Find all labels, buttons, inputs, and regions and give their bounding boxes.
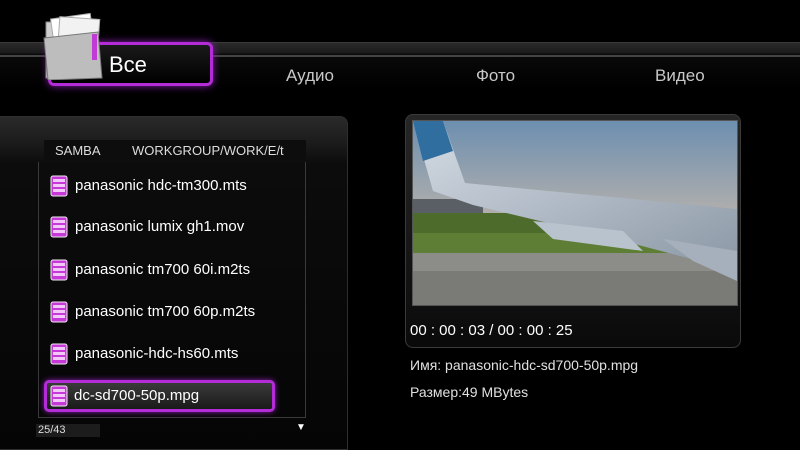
- tab-all-label: Все: [109, 52, 147, 77]
- file-item[interactable]: panasonic hdc-tm300.mts: [46, 170, 272, 202]
- file-name: dc-sd700-50p.mpg: [74, 387, 200, 404]
- file-info-size: Размер:49 MBytes: [410, 384, 529, 400]
- file-name: panasonic tm700 60p.m2ts: [75, 303, 256, 320]
- tab-video[interactable]: Видео: [655, 66, 705, 86]
- file-counter: 25/43: [36, 424, 100, 437]
- file-item[interactable]: panasonic tm700 60i.m2ts: [46, 254, 272, 286]
- video-file-icon: [50, 385, 68, 407]
- file-item[interactable]: panasonic tm700 60p.m2ts: [46, 296, 272, 328]
- tab-photo[interactable]: Фото: [476, 66, 515, 86]
- tab-audio[interactable]: Аудио: [286, 66, 334, 86]
- folder-icon: [43, 12, 103, 80]
- video-frame-image: [413, 121, 737, 305]
- playback-timecode: 00 : 00 : 03 / 00 : 00 : 25: [410, 322, 573, 339]
- video-file-icon: [50, 259, 68, 281]
- video-file-icon: [50, 175, 68, 197]
- video-file-icon: [50, 216, 68, 238]
- file-name: panasonic hdc-tm300.mts: [75, 177, 247, 194]
- file-info-name: Имя: panasonic-hdc-sd700-50p.mpg: [410, 357, 639, 373]
- file-name: panasonic lumix gh1.mov: [75, 218, 245, 235]
- scroll-down-arrow-icon[interactable]: ▼: [296, 422, 306, 433]
- file-item[interactable]: panasonic lumix gh1.mov: [46, 211, 272, 243]
- breadcrumb: SAMBA WORKGROUP/WORK/E/t: [44, 140, 306, 160]
- breadcrumb-source: SAMBA: [55, 143, 101, 158]
- file-name: panasonic-hdc-hs60.mts: [75, 345, 239, 362]
- breadcrumb-path: WORKGROUP/WORK/E/t: [132, 143, 284, 158]
- video-file-icon: [50, 301, 68, 323]
- video-preview[interactable]: [412, 120, 738, 306]
- video-file-icon: [50, 343, 68, 365]
- file-name: panasonic tm700 60i.m2ts: [75, 261, 251, 278]
- file-item-selected[interactable]: dc-sd700-50p.mpg: [44, 380, 275, 412]
- file-item[interactable]: panasonic-hdc-hs60.mts: [46, 338, 272, 370]
